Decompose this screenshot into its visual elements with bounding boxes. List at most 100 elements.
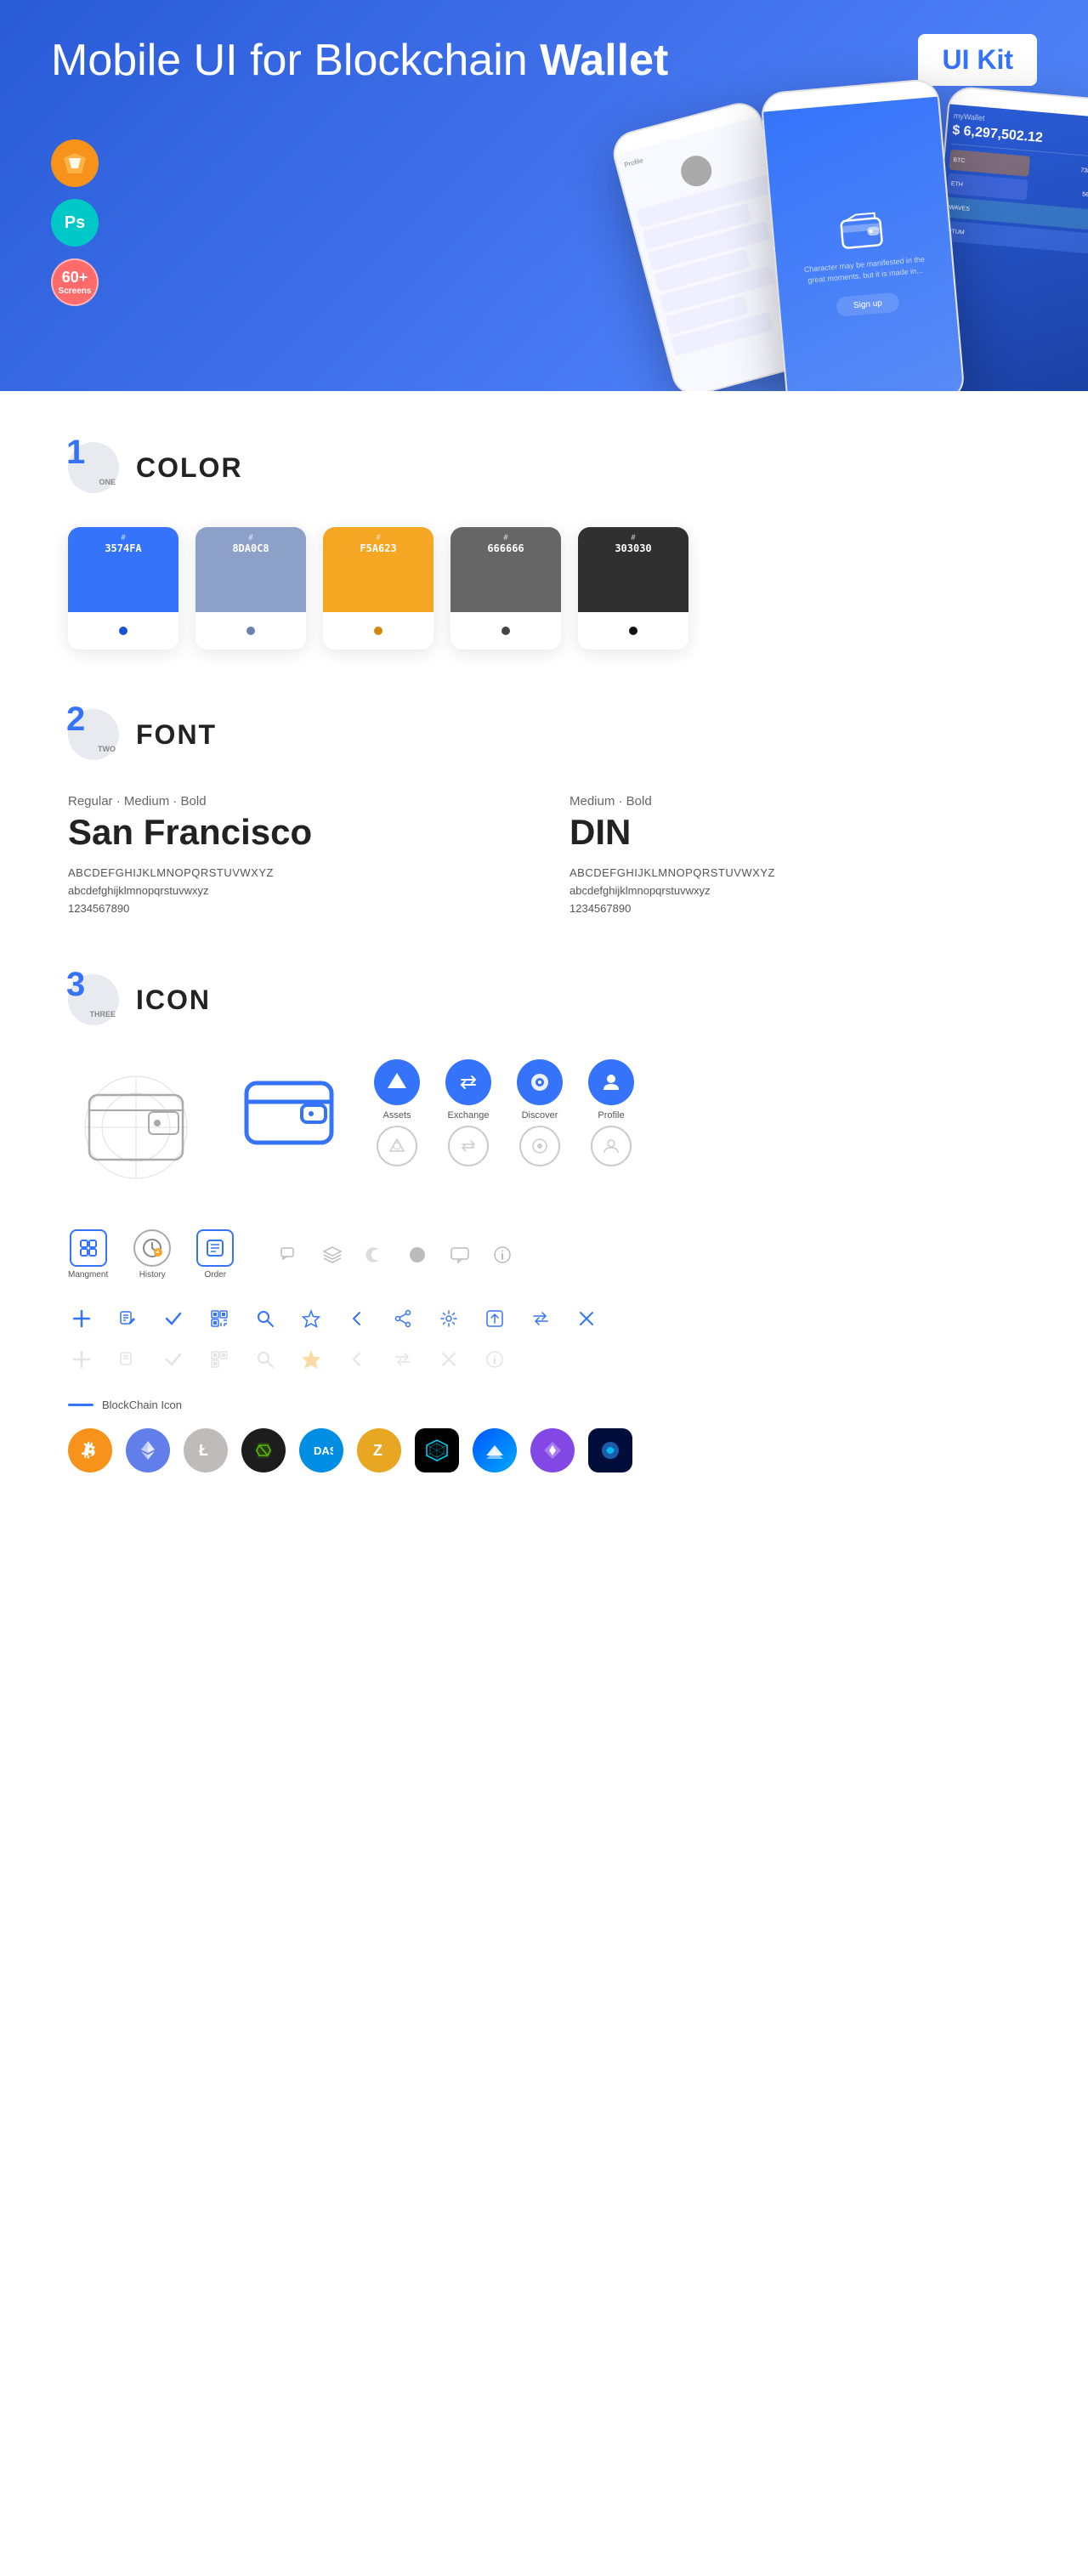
exchange-icon-filled xyxy=(445,1059,491,1105)
wallet-wireframe-icon xyxy=(68,1059,204,1195)
crescent-icon xyxy=(361,1241,388,1268)
hero-title: Mobile UI for Blockchain Wallet xyxy=(51,34,1037,87)
layers-icon xyxy=(319,1241,346,1268)
close-x-icon-grey xyxy=(435,1346,462,1373)
chevron-left-icon xyxy=(343,1305,371,1332)
upload-icon xyxy=(481,1305,508,1332)
check-icon-grey xyxy=(160,1346,187,1373)
arrows-icon-grey xyxy=(389,1346,416,1373)
hero-section: Mobile UI for Blockchain Wallet UI Kit P… xyxy=(0,0,1088,391)
sketch-badge xyxy=(51,139,99,187)
circle-icon xyxy=(404,1241,431,1268)
color-section-header: 1 ONE COLOR xyxy=(68,442,1020,493)
swap-icon xyxy=(527,1305,554,1332)
assets-icon-outline xyxy=(377,1126,417,1166)
color-card-grey: # 666666 xyxy=(450,527,561,650)
main-content: 1 ONE COLOR # 3574FA # 8DA0C8 xyxy=(0,391,1088,1583)
grid-logo xyxy=(415,1428,459,1472)
phone-mockups: Profile xyxy=(620,85,1088,391)
star-icon xyxy=(298,1305,325,1332)
blockchain-label: BlockChain Icon xyxy=(68,1399,1020,1411)
exchange-icon-outline xyxy=(448,1126,489,1166)
wallet-solid-icon xyxy=(238,1059,340,1161)
info-circle-icon-grey xyxy=(481,1346,508,1373)
discover-nav-item: Discover xyxy=(517,1059,563,1166)
edit-icon xyxy=(114,1305,141,1332)
search-icon xyxy=(252,1305,279,1332)
crypto-logos-row: Ł DASH Z xyxy=(68,1428,1020,1472)
font-din: Medium · Bold DIN ABCDEFGHIJKLMNOPQRSTUV… xyxy=(570,794,1020,915)
chevron-left-icon-grey xyxy=(343,1346,371,1373)
nav-icons-group: Assets xyxy=(374,1059,634,1166)
chat-icon xyxy=(276,1241,303,1268)
utility-icons-blue-row xyxy=(68,1305,1020,1332)
svg-text:DASH: DASH xyxy=(314,1444,333,1457)
color-card-blue: # 3574FA xyxy=(68,527,178,650)
profile-icon-filled xyxy=(588,1059,634,1105)
utility-icons-grey-row xyxy=(68,1346,1020,1373)
order-icon xyxy=(196,1229,234,1267)
order-icon-item: Order xyxy=(196,1229,234,1279)
close-icon xyxy=(573,1305,600,1332)
check-icon xyxy=(160,1305,187,1332)
font-section: 2 TWO FONT Regular · Medium · Bold San F… xyxy=(68,709,1020,915)
dash-logo: DASH xyxy=(299,1428,343,1472)
plus-icon-grey xyxy=(68,1346,95,1373)
color-section: 1 ONE COLOR # 3574FA # 8DA0C8 xyxy=(68,442,1020,650)
btc-logo xyxy=(68,1428,112,1472)
eth-logo xyxy=(126,1428,170,1472)
search-icon-grey xyxy=(252,1346,279,1373)
assets-nav-item: Assets xyxy=(374,1059,420,1166)
edit-icon-grey xyxy=(114,1346,141,1373)
history-icon-item: History xyxy=(133,1229,171,1279)
icon-section-header: 3 THREE ICON xyxy=(68,974,1020,1025)
settings-icon xyxy=(435,1305,462,1332)
matic-logo xyxy=(530,1428,575,1472)
font-section-number: 2 TWO xyxy=(68,709,119,760)
icon-section-title: ICON xyxy=(136,984,211,1016)
share-icon xyxy=(389,1305,416,1332)
plus-icon xyxy=(68,1305,95,1332)
color-card-dark: # 303030 xyxy=(578,527,688,650)
history-icon xyxy=(133,1229,171,1267)
svg-text:Z: Z xyxy=(373,1442,382,1459)
icon-section-number: 3 THREE xyxy=(68,974,119,1025)
discover-icon-filled xyxy=(517,1059,563,1105)
discover-icon-outline xyxy=(519,1126,560,1166)
color-section-title: COLOR xyxy=(136,452,243,484)
phone-center: Character may be manifested in thegreat … xyxy=(760,78,966,391)
star-icon-highlight xyxy=(298,1346,325,1373)
bnt-logo xyxy=(588,1428,632,1472)
ps-badge: Ps xyxy=(51,199,99,247)
management-icon xyxy=(70,1229,107,1267)
svg-text:Ł: Ł xyxy=(199,1442,208,1459)
color-card-grey-blue: # 8DA0C8 xyxy=(196,527,306,650)
icon-section: 3 THREE ICON xyxy=(68,974,1020,1472)
font-san-francisco: Regular · Medium · Bold San Francisco AB… xyxy=(68,794,518,915)
color-section-number: 1 ONE xyxy=(68,442,119,493)
ui-kit-badge: UI Kit xyxy=(918,34,1037,86)
qr-icon xyxy=(206,1305,233,1332)
profile-icon-outline xyxy=(591,1126,632,1166)
management-icon-item: Mangment xyxy=(68,1229,108,1279)
font-section-header: 2 TWO FONT xyxy=(68,709,1020,760)
icon-display-row: Assets xyxy=(68,1059,1020,1195)
hero-badges: Ps 60+ Screens xyxy=(51,139,99,306)
color-swatches: # 3574FA # 8DA0C8 # F5A623 xyxy=(68,527,1020,650)
zcash-logo: Z xyxy=(357,1428,401,1472)
font-grid: Regular · Medium · Bold San Francisco AB… xyxy=(68,794,1020,915)
blockchain-line xyxy=(68,1404,94,1406)
bottom-nav-icons-row: Mangment History xyxy=(68,1229,1020,1279)
ltc-logo: Ł xyxy=(184,1428,228,1472)
assets-icon-filled xyxy=(374,1059,420,1105)
qr-icon-grey xyxy=(206,1346,233,1373)
screens-badge: 60+ Screens xyxy=(51,258,99,306)
exchange-nav-item: Exchange xyxy=(445,1059,491,1166)
misc-grey-icons xyxy=(276,1241,516,1268)
speech-bubble-icon xyxy=(446,1241,473,1268)
color-card-orange: # F5A623 xyxy=(323,527,434,650)
info-icon xyxy=(489,1241,516,1268)
font-section-title: FONT xyxy=(136,719,217,751)
waves-logo xyxy=(473,1428,517,1472)
neo-logo xyxy=(241,1428,286,1472)
